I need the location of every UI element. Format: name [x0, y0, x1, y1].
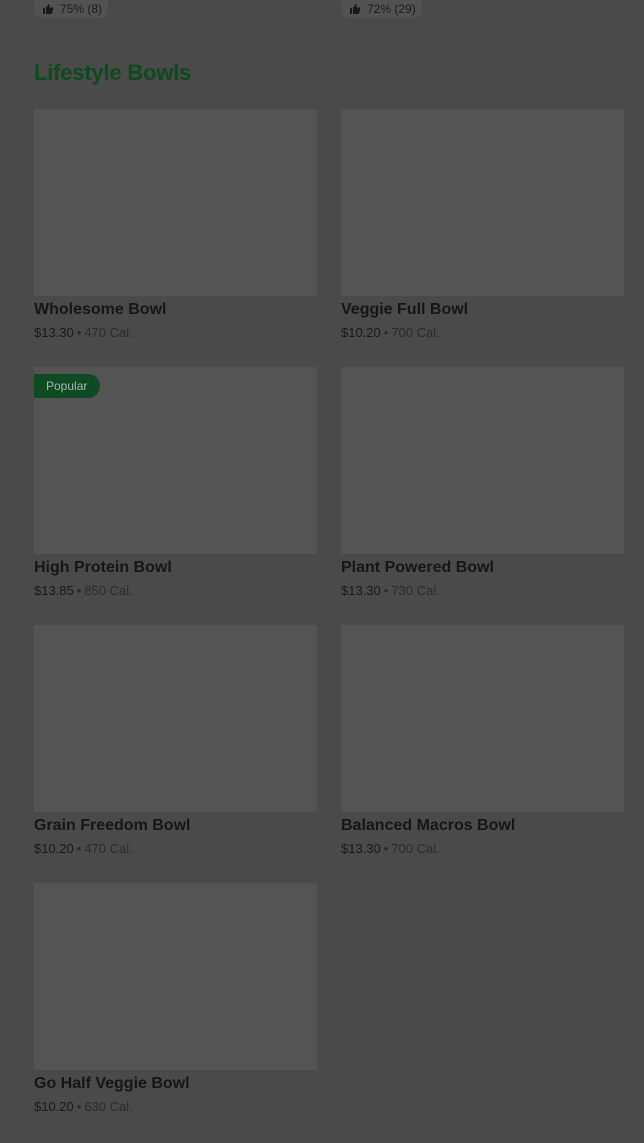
- item-price: $10.20: [341, 325, 381, 340]
- menu-item-card[interactable]: Plant Powered Bowl $13.30 • 730 Cal.: [341, 367, 624, 598]
- item-calories: 850 Cal.: [84, 583, 133, 598]
- menu-item-card[interactable]: Veggie Full Bowl $10.20 • 700 Cal.: [341, 109, 624, 340]
- item-calories: 470 Cal.: [84, 325, 133, 340]
- item-image[interactable]: [34, 109, 317, 296]
- item-price: $10.20: [34, 1099, 74, 1114]
- item-name: Grain Freedom Bowl: [34, 817, 191, 834]
- item-name: Plant Powered Bowl: [341, 559, 494, 576]
- item-image[interactable]: [34, 883, 317, 1070]
- item-calories: 630 Cal.: [84, 1099, 133, 1114]
- rating-text: 75% (8): [60, 2, 103, 16]
- item-name: High Protein Bowl: [34, 559, 172, 576]
- item-price: $10.20: [34, 841, 74, 856]
- item-price: $13.30: [341, 583, 381, 598]
- rating-text: 72% (29): [367, 2, 416, 16]
- item-image[interactable]: [341, 625, 624, 812]
- menu-item-card[interactable]: Grain Freedom Bowl $10.20 • 470 Cal.: [34, 625, 317, 856]
- separator-dot: •: [76, 1099, 82, 1114]
- menu-item-card[interactable]: Popular High Protein Bowl $13.85 • 850 Cal…: [34, 367, 317, 598]
- item-calories: 700 Cal.: [391, 841, 440, 856]
- rating-pill: 75% (8): [34, 0, 109, 18]
- rating-pill: 72% (29): [341, 0, 422, 18]
- item-meta: $13.30 • 700 Cal.: [341, 841, 440, 856]
- item-image[interactable]: [34, 625, 317, 812]
- separator-dot: •: [383, 583, 389, 598]
- menu-page: 75% (8) 72% (29) Lifestyle Bowls Wholeso…: [0, 0, 644, 1143]
- menu-item-card[interactable]: Balanced Macros Bowl $13.30 • 700 Cal.: [341, 625, 624, 856]
- item-meta: $13.30 • 470 Cal.: [34, 325, 133, 340]
- item-meta: $10.20 • 630 Cal.: [34, 1099, 133, 1114]
- item-meta: $10.20 • 470 Cal.: [34, 841, 133, 856]
- item-meta: $13.30 • 730 Cal.: [341, 583, 440, 598]
- item-name: Veggie Full Bowl: [341, 301, 469, 318]
- item-price: $13.85: [34, 583, 74, 598]
- item-name: Balanced Macros Bowl: [341, 817, 516, 834]
- item-meta: $10.20 • 700 Cal.: [341, 325, 440, 340]
- item-name: Wholesome Bowl: [34, 301, 167, 318]
- separator-dot: •: [76, 583, 82, 598]
- separator-dot: •: [76, 841, 82, 856]
- menu-item-card[interactable]: Go Half Veggie Bowl $10.20 • 630 Cal.: [34, 883, 317, 1114]
- popular-badge: Popular: [34, 374, 101, 398]
- separator-dot: •: [76, 325, 82, 340]
- item-name: Go Half Veggie Bowl: [34, 1075, 190, 1092]
- section-title: Lifestyle Bowls: [34, 60, 192, 85]
- item-meta: $13.85 • 850 Cal.: [34, 583, 133, 598]
- separator-dot: •: [383, 841, 389, 856]
- item-price: $13.30: [341, 841, 381, 856]
- thumbs-up-icon: [349, 3, 361, 15]
- item-price: $13.30: [34, 325, 74, 340]
- menu-item-card[interactable]: Wholesome Bowl $13.30 • 470 Cal.: [34, 109, 317, 340]
- item-calories: 730 Cal.: [391, 583, 440, 598]
- thumbs-up-icon: [42, 3, 54, 15]
- item-image[interactable]: [341, 109, 624, 296]
- menu-grid: Wholesome Bowl $13.30 • 470 Cal. Veggie Fu…: [34, 109, 624, 1114]
- item-calories: 470 Cal.: [84, 841, 133, 856]
- item-calories: 700 Cal.: [391, 325, 440, 340]
- item-image[interactable]: [341, 367, 624, 554]
- separator-dot: •: [383, 325, 389, 340]
